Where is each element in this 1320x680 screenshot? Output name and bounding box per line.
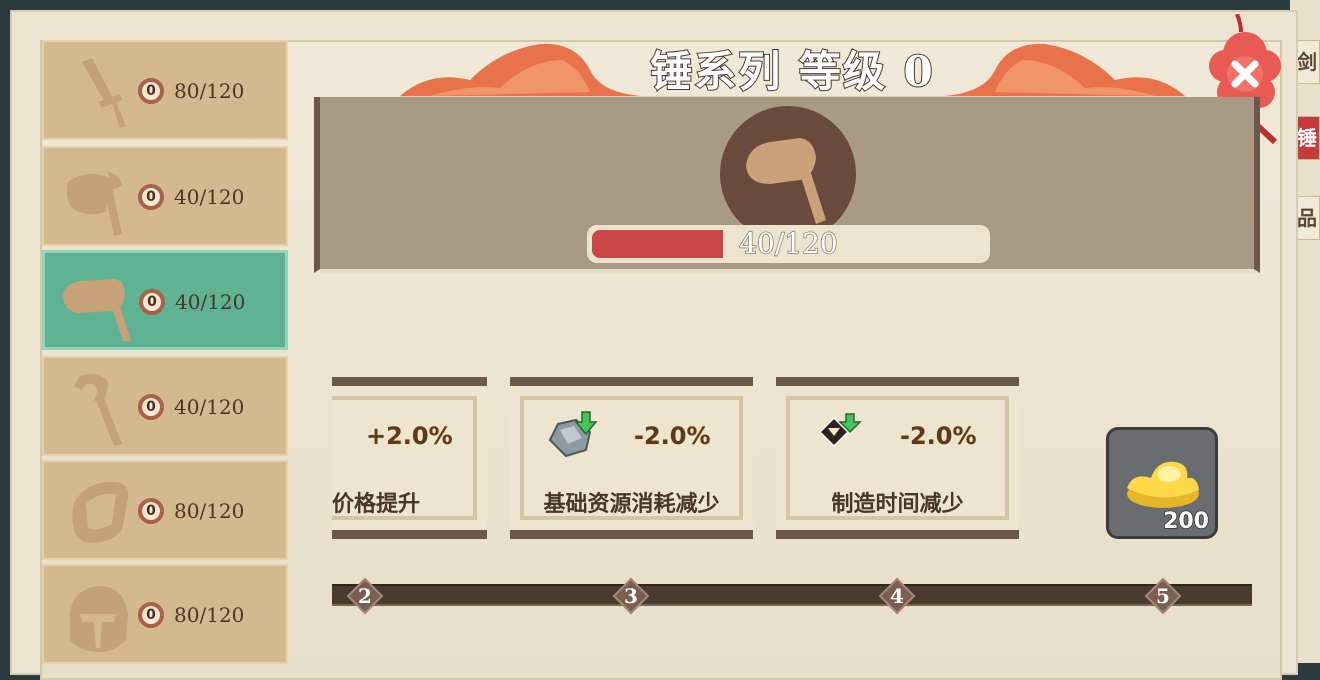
staff-icon [74, 374, 122, 446]
category-helmet[interactable]: 0 80/120 [42, 564, 288, 664]
ore-down-icon [548, 411, 598, 458]
category-count: 40/120 [174, 395, 245, 419]
bonus-value: -2.0% [634, 422, 711, 450]
bonus-value: -2.0% [900, 422, 977, 450]
level-badge: 0 [138, 498, 164, 524]
axe-icon [66, 172, 122, 236]
category-hammer[interactable]: 0 40/120 [42, 250, 288, 350]
page-title: 锤系列 等级 0 [649, 46, 935, 97]
weapon-category-list: 0 80/120 0 40/120 0 40/120 0 40/120 0 80… [42, 40, 288, 664]
track-node: 4 [878, 577, 916, 615]
progress-track [332, 584, 1252, 606]
category-count: 40/120 [175, 290, 246, 314]
bonus-label: 基础资源消耗减少 [543, 491, 720, 517]
hammer-icon [746, 138, 826, 224]
bonus-card-sell-price[interactable]: +2.0% 卖价格提升 [332, 377, 487, 539]
reward-count: 200 [1162, 508, 1209, 535]
track-node: 3 [612, 577, 650, 615]
level-badge: 0 [138, 394, 164, 420]
bonus-card-resource-cost[interactable]: -2.0% 基础资源消耗减少 [510, 377, 753, 539]
level-badge: 0 [138, 78, 164, 104]
category-axe[interactable]: 0 40/120 [42, 146, 288, 246]
time-down-icon [818, 413, 862, 448]
level-badge: 0 [139, 289, 165, 315]
category-count: 80/120 [174, 603, 245, 627]
track-node: 2 [346, 577, 384, 615]
category-staff[interactable]: 0 40/120 [42, 356, 288, 456]
progress-text: 40/120 [738, 226, 838, 261]
helmet-icon [70, 586, 128, 652]
gold-ingot-icon [1127, 461, 1199, 508]
bracer-icon [72, 481, 129, 543]
reward-item[interactable]: 200 [1106, 427, 1218, 539]
level-badge: 0 [138, 602, 164, 628]
category-bracer[interactable]: 0 80/120 [42, 460, 288, 560]
level-progress-bar: 40/120 [587, 225, 990, 263]
category-count: 80/120 [174, 499, 245, 523]
category-count: 80/120 [174, 79, 245, 103]
bonus-label: 制造时间减少 [831, 491, 964, 517]
track-node: 5 [1144, 577, 1182, 615]
category-sword[interactable]: 0 80/120 [42, 40, 288, 140]
bonus-card-craft-time[interactable]: -2.0% 制造时间减少 [776, 377, 1019, 539]
bonus-label: 卖价格提升 [332, 491, 421, 517]
hammer-icon [63, 279, 131, 341]
level-badge: 0 [138, 184, 164, 210]
sword-icon [82, 58, 126, 128]
category-count: 40/120 [174, 185, 245, 209]
series-icon [720, 106, 856, 242]
bonus-value: +2.0% [366, 422, 453, 450]
